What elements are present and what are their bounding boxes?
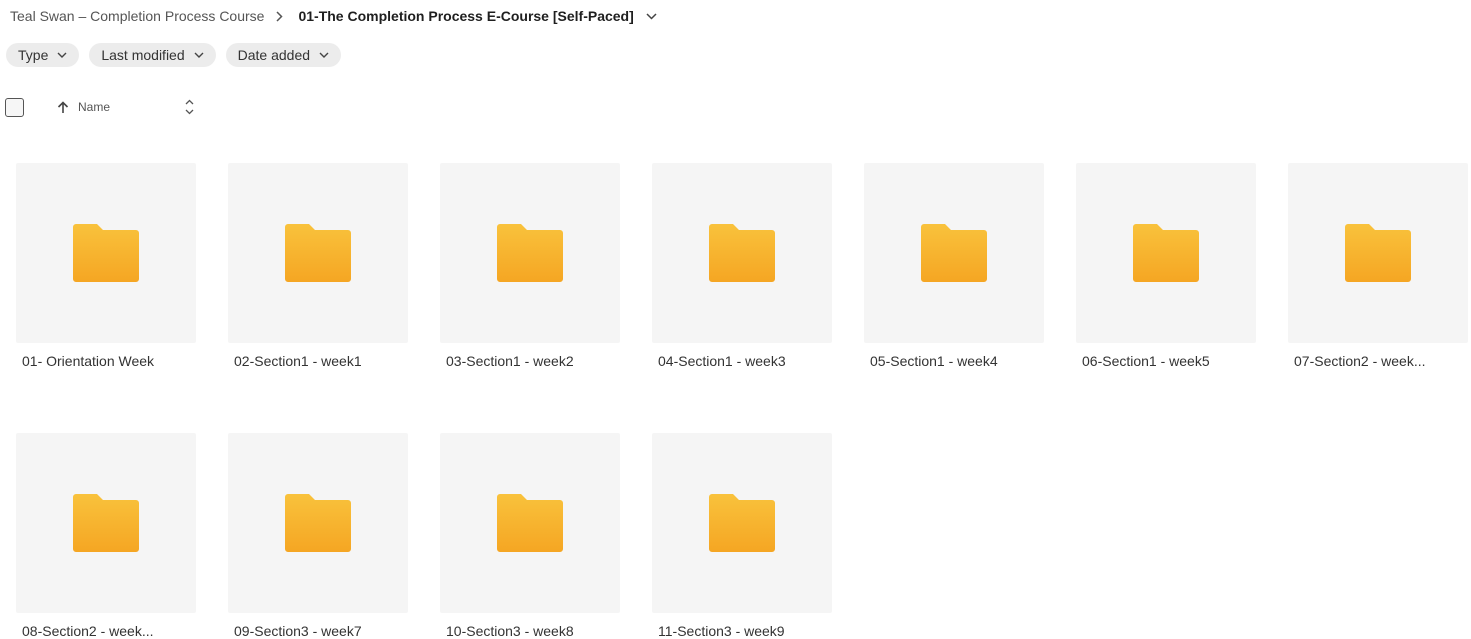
folder-grid: 01- Orientation Week 02-Section1 - week1 0…	[16, 163, 1468, 639]
select-all-checkbox[interactable]	[5, 97, 24, 117]
folder-name: 01- Orientation Week	[22, 353, 155, 369]
folder-name: 11-Section3 - week9	[658, 623, 785, 639]
folder-icon	[285, 224, 351, 282]
folder-thumbnail	[16, 163, 196, 343]
folder-tile[interactable]: 07-Section2 - week...	[1288, 163, 1468, 369]
folder-tile[interactable]: 10-Section3 - week8	[440, 433, 620, 639]
folder-icon	[921, 224, 987, 282]
folder-thumbnail	[1076, 163, 1256, 343]
folder-name: 09-Section3 - week7	[234, 623, 362, 639]
folder-name: 06-Section1 - week5	[1082, 353, 1210, 369]
breadcrumb: Teal Swan – Completion Process Course 01…	[10, 6, 657, 26]
folder-thumbnail	[228, 163, 408, 343]
folder-tile[interactable]: 01- Orientation Week	[16, 163, 196, 369]
folder-thumbnail	[652, 163, 832, 343]
folder-icon	[709, 494, 775, 552]
chevron-down-icon	[319, 52, 329, 58]
folder-name: 08-Section2 - week...	[22, 623, 154, 639]
sort-toggle-icon[interactable]	[185, 99, 194, 115]
folder-tile[interactable]: 06-Section1 - week5	[1076, 163, 1256, 369]
sort-name-label[interactable]: Name	[78, 100, 110, 114]
chevron-down-icon	[57, 52, 67, 58]
folder-thumbnail	[652, 433, 832, 613]
folder-icon	[497, 494, 563, 552]
filter-type-button[interactable]: Type	[6, 43, 80, 67]
filter-last-modified-label: Last modified	[101, 47, 185, 63]
folder-name: 07-Section2 - week...	[1294, 353, 1426, 369]
folder-thumbnail	[440, 433, 620, 613]
folder-icon	[709, 224, 775, 282]
folder-name: 04-Section1 - week3	[658, 353, 786, 369]
folder-icon	[73, 494, 139, 552]
breadcrumb-parent-link[interactable]: Teal Swan – Completion Process Course	[10, 8, 264, 24]
folder-tile[interactable]: 09-Section3 - week7	[228, 433, 408, 639]
sort-bar: Name	[5, 96, 194, 118]
filter-date-added-label: Date added	[237, 47, 311, 63]
folder-thumbnail	[228, 433, 408, 613]
arrow-up-icon[interactable]	[57, 100, 69, 114]
filter-date-added-button[interactable]: Date added	[225, 43, 342, 67]
folder-tile[interactable]: 04-Section1 - week3	[652, 163, 832, 369]
filter-last-modified-button[interactable]: Last modified	[89, 43, 216, 67]
breadcrumb-current-folder: 01-The Completion Process E-Course [Self…	[298, 8, 634, 24]
folder-tile[interactable]: 03-Section1 - week2	[440, 163, 620, 369]
folder-icon	[497, 224, 563, 282]
chevron-down-icon[interactable]	[646, 12, 657, 20]
folder-tile[interactable]: 02-Section1 - week1	[228, 163, 408, 369]
filter-bar: Type Last modified Date added	[6, 43, 342, 67]
chevron-right-icon	[276, 10, 284, 22]
folder-tile[interactable]: 11-Section3 - week9	[652, 433, 832, 639]
folder-icon	[1133, 224, 1199, 282]
folder-thumbnail	[440, 163, 620, 343]
folder-icon	[1345, 224, 1411, 282]
folder-icon	[73, 224, 139, 282]
chevron-down-icon	[194, 52, 204, 58]
folder-thumbnail	[864, 163, 1044, 343]
folder-name: 05-Section1 - week4	[870, 353, 998, 369]
filter-type-label: Type	[18, 47, 49, 63]
folder-thumbnail	[1288, 163, 1468, 343]
folder-thumbnail	[16, 433, 196, 613]
folder-name: 10-Section3 - week8	[446, 623, 574, 639]
folder-name: 02-Section1 - week1	[234, 353, 362, 369]
folder-icon	[285, 494, 351, 552]
folder-name: 03-Section1 - week2	[446, 353, 574, 369]
folder-tile[interactable]: 05-Section1 - week4	[864, 163, 1044, 369]
folder-tile[interactable]: 08-Section2 - week...	[16, 433, 196, 639]
